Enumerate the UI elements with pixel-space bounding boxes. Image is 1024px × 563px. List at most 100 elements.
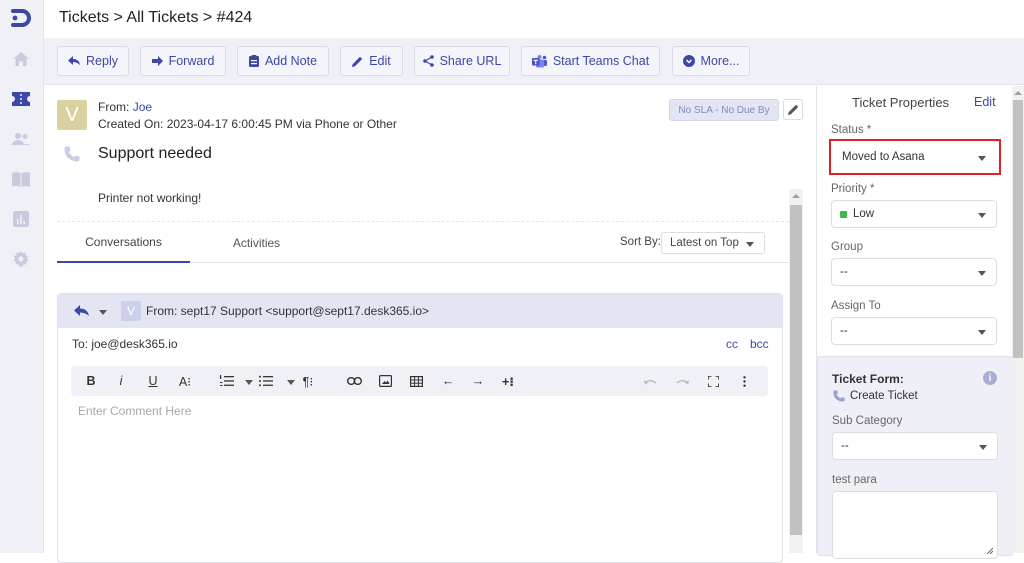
assign-to-label: Assign To — [831, 300, 881, 312]
pencil-icon — [788, 104, 799, 115]
reply-label: Reply — [86, 54, 118, 68]
start-teams-chat-button[interactable]: Start Teams Chat — [521, 46, 660, 76]
chevron-circle-down-icon — [683, 55, 695, 67]
ordered-list-dropdown-icon[interactable] — [245, 380, 253, 385]
test-para-textarea[interactable] — [832, 491, 998, 559]
phone-icon — [64, 146, 80, 167]
app-logo-icon[interactable] — [10, 8, 32, 28]
priority-color-dot — [840, 211, 847, 218]
requester-avatar: V — [57, 100, 87, 130]
redo-button[interactable] — [671, 366, 693, 396]
properties-edit-link[interactable]: Edit — [974, 95, 996, 109]
ticket-main: V From: Joe Created On: 2023-04-17 6:00:… — [44, 86, 815, 553]
assign-to-select[interactable]: -- — [831, 317, 997, 345]
info-icon[interactable]: i — [983, 371, 997, 385]
priority-select[interactable]: Low — [831, 200, 997, 228]
test-para-label: test para — [832, 474, 877, 486]
requester-link[interactable]: Joe — [133, 100, 152, 114]
link-button[interactable] — [343, 366, 365, 396]
sub-category-label: Sub Category — [832, 415, 902, 427]
forward-button[interactable]: Forward — [140, 46, 226, 76]
priority-label: Priority * — [831, 183, 874, 195]
sender-avatar: V — [121, 301, 141, 321]
image-button[interactable] — [374, 366, 396, 396]
properties-title: Ticket Properties — [852, 95, 949, 110]
sla-badge: No SLA - No Due By — [669, 99, 779, 121]
more-label: More... — [701, 54, 740, 68]
status-value: Moved to Asana — [842, 151, 924, 163]
scrollbar-thumb[interactable] — [1013, 100, 1023, 358]
group-select[interactable]: -- — [831, 258, 997, 286]
bold-button[interactable]: B — [81, 366, 101, 396]
share-url-label: Share URL — [440, 54, 502, 68]
book-icon[interactable] — [11, 170, 31, 188]
bcc-link[interactable]: bcc — [750, 337, 769, 351]
ticket-icon[interactable] — [11, 90, 31, 108]
group-label: Group — [831, 241, 863, 253]
more-options-button[interactable] — [733, 366, 755, 396]
redo-icon — [676, 378, 689, 385]
insert-more-button[interactable]: +⁝ — [497, 366, 519, 396]
pencil-icon — [352, 56, 363, 67]
scroll-up-arrow-icon[interactable] — [1014, 91, 1022, 95]
reply-editor: V From: sept17 Support <support@sept17.d… — [57, 293, 783, 563]
status-label: Status * — [831, 124, 871, 136]
table-button[interactable] — [405, 366, 427, 396]
share-url-button[interactable]: Share URL — [414, 46, 510, 76]
tab-activities[interactable]: Activities — [190, 223, 323, 263]
sub-category-value: -- — [841, 440, 849, 452]
outdent-button[interactable]: ← — [437, 366, 459, 396]
ticket-description: Printer not working! — [98, 191, 201, 205]
font-size-button[interactable]: A⁝ — [174, 366, 196, 396]
table-icon — [410, 376, 423, 387]
sort-by-select[interactable]: Latest on Top — [661, 232, 765, 254]
chevron-down-icon — [746, 242, 754, 247]
users-icon[interactable] — [11, 130, 31, 148]
share-icon — [423, 55, 434, 67]
ordered-list-button[interactable] — [216, 366, 238, 396]
undo-icon — [644, 378, 657, 385]
arrow-right-icon — [152, 56, 163, 66]
underline-button[interactable]: U — [143, 366, 163, 396]
edit-button[interactable]: Edit — [340, 46, 403, 76]
status-select[interactable]: Moved to Asana — [833, 143, 997, 171]
italic-button[interactable]: i — [111, 366, 131, 396]
chevron-down-icon — [978, 156, 986, 161]
tab-conversations[interactable]: Conversations — [57, 223, 190, 263]
paragraph-button[interactable]: ¶⁝ — [297, 366, 319, 396]
sub-category-select[interactable]: -- — [832, 432, 998, 460]
group-value: -- — [840, 266, 848, 278]
reply-to: To: joe@desk365.io — [72, 337, 178, 351]
edit-label: Edit — [369, 54, 391, 68]
chevron-down-icon — [978, 213, 986, 218]
undo-button[interactable] — [639, 366, 661, 396]
reply-icon[interactable] — [74, 304, 90, 322]
clipboard-icon — [249, 55, 259, 67]
main-scrollbar[interactable] — [789, 189, 803, 553]
from-label: From: — [98, 100, 129, 114]
scroll-up-arrow-icon[interactable] — [792, 194, 800, 198]
cc-link[interactable]: cc — [726, 337, 738, 351]
ticket-form-label: Ticket Form: — [832, 372, 904, 386]
comment-input[interactable]: Enter Comment Here — [78, 404, 191, 418]
ticket-properties-panel: Ticket Properties Edit Status * Moved to… — [816, 86, 1012, 553]
properties-scrollbar[interactable] — [1012, 86, 1024, 553]
add-note-button[interactable]: Add Note — [237, 46, 329, 76]
scrollbar-thumb[interactable] — [790, 205, 802, 535]
home-icon[interactable] — [11, 50, 31, 68]
indent-button[interactable]: → — [467, 366, 489, 396]
reply-button[interactable]: Reply — [57, 46, 129, 76]
gear-icon[interactable] — [11, 250, 31, 268]
sidebar — [0, 0, 44, 553]
editor-toolbar: B i U A⁝ ¶⁝ ← → +⁝ — [71, 366, 768, 396]
more-button[interactable]: More... — [672, 46, 750, 76]
chart-icon[interactable] — [11, 210, 31, 228]
reply-type-dropdown-icon[interactable] — [99, 310, 107, 315]
unordered-list-dropdown-icon[interactable] — [287, 380, 295, 385]
fullscreen-button[interactable] — [702, 366, 724, 396]
page-header: Tickets > All Tickets > #424 — [44, 0, 1024, 38]
unordered-list-button[interactable] — [255, 366, 277, 396]
ordered-list-icon — [220, 375, 234, 387]
sla-edit-button[interactable] — [783, 99, 803, 120]
divider — [57, 221, 789, 222]
